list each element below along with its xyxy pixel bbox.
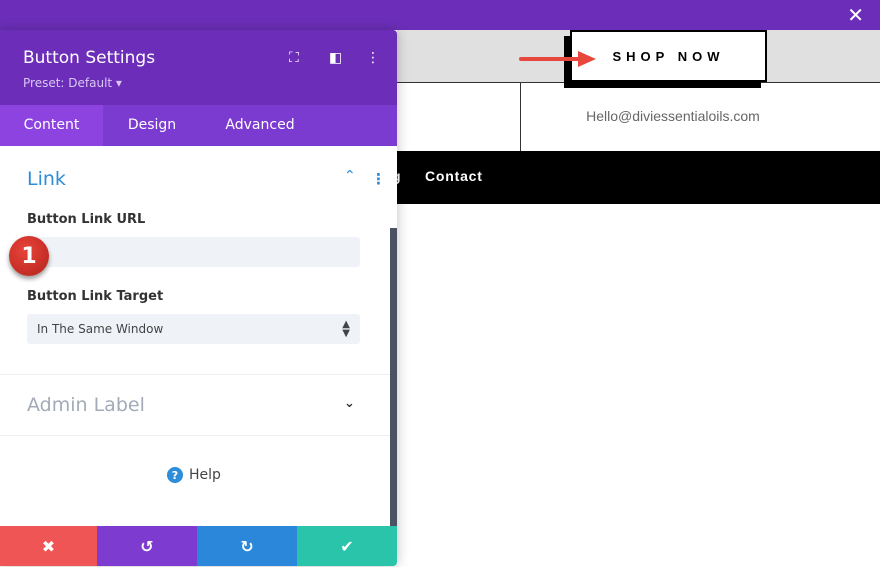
panel-header: Button Settings Preset: Default ▾ ⛶ ◧ ⋮ [0, 30, 397, 105]
top-bar: ✕ [0, 0, 880, 30]
redo-button[interactable]: ↻ [197, 526, 297, 566]
select-arrows-icon: ▲ ▼ [342, 319, 350, 339]
cancel-button[interactable]: ✖ [0, 526, 97, 566]
preset-dropdown[interactable]: Preset: Default ▾ [23, 76, 122, 90]
url-label: Button Link URL [27, 212, 146, 227]
email-link[interactable]: Hello@diviessentialoils.com [540, 108, 806, 124]
chevron-up-icon[interactable]: ⌃ [344, 168, 356, 184]
tab-design[interactable]: Design [103, 105, 201, 146]
tab-content[interactable]: Content [0, 105, 103, 146]
arrow-icon [519, 51, 596, 67]
nav-bar: g Contact [380, 151, 880, 204]
nav-item-contact[interactable]: Contact [425, 168, 483, 184]
tab-bar: Content Design Advanced [0, 105, 397, 146]
panel-footer: ✖ ↺ ↻ ✔ [0, 526, 397, 566]
help-link[interactable]: ? Help [167, 467, 221, 483]
more-options-icon[interactable]: ⋮ [366, 50, 380, 66]
url-input[interactable] [27, 237, 360, 267]
section-options-icon[interactable]: ⋮ [371, 170, 386, 188]
close-icon: ✖ [41, 536, 56, 556]
divider [0, 435, 390, 436]
divider [0, 374, 390, 375]
tab-advanced[interactable]: Advanced [201, 105, 319, 146]
target-value: In The Same Window [37, 322, 164, 336]
scrollbar[interactable] [390, 228, 397, 526]
panel-title: Button Settings [23, 48, 156, 68]
shop-now-button[interactable]: SHOP NOW [570, 30, 767, 82]
section-title-link[interactable]: Link [27, 168, 66, 190]
split-view-icon[interactable]: ◧ [329, 50, 342, 66]
redo-icon: ↻ [240, 536, 254, 556]
section-title-admin-label[interactable]: Admin Label [27, 394, 145, 416]
check-icon: ✔ [340, 536, 354, 556]
divider [520, 83, 521, 151]
fullscreen-icon[interactable]: ⛶ [289, 50, 299, 66]
target-select[interactable]: In The Same Window ▲ ▼ [27, 314, 360, 344]
target-label: Button Link Target [27, 289, 164, 304]
undo-button[interactable]: ↺ [97, 526, 197, 566]
help-label: Help [189, 467, 221, 483]
chevron-down-icon[interactable]: ⌄ [344, 396, 355, 411]
close-icon[interactable]: ✕ [847, 3, 864, 27]
undo-icon: ↺ [140, 536, 154, 556]
step-badge: 1 [9, 236, 49, 276]
save-button[interactable]: ✔ [297, 526, 397, 566]
settings-panel: Button Settings Preset: Default ▾ ⛶ ◧ ⋮ … [0, 30, 397, 566]
help-icon: ? [167, 467, 183, 483]
